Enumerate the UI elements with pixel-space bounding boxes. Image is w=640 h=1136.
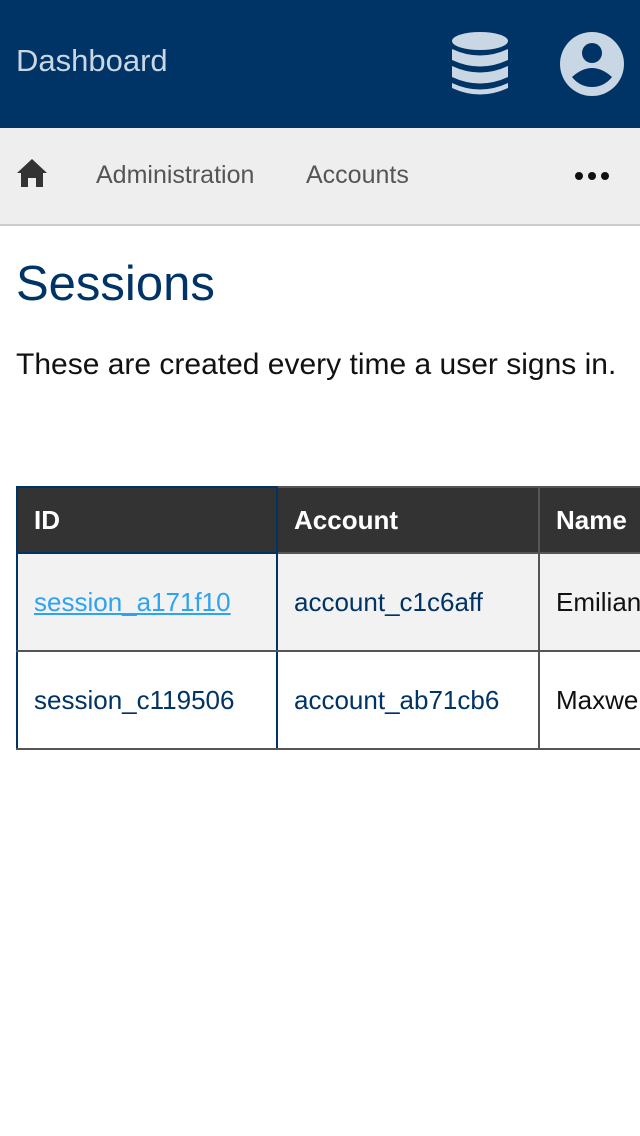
more-horizontal-icon[interactable] (574, 168, 610, 184)
account-cell: account_ab71cb6 (276, 650, 540, 750)
sessions-table: ID Account Name session_a171f10 account_… (16, 486, 640, 750)
table-row: session_a171f10 account_c1c6aff Emilian … (16, 552, 640, 652)
database-icon[interactable] (448, 30, 512, 98)
column-header-name[interactable]: Name (538, 486, 640, 554)
page-title: Sessions (16, 257, 215, 311)
app-title[interactable]: Dashboard (16, 42, 168, 80)
name-cell: Maxwell Rau (538, 650, 640, 750)
top-app-bar: Dashboard (0, 0, 640, 128)
nav-item-accounts[interactable]: Accounts (306, 160, 409, 190)
breadcrumb-nav: Administration Accounts (0, 128, 640, 226)
home-icon[interactable] (16, 158, 48, 188)
table-header-row: ID Account Name (16, 486, 640, 554)
session-id-link[interactable]: session_a171f10 (34, 587, 231, 617)
name-cell: Emilian Harvey (538, 552, 640, 652)
account-cell: account_c1c6aff (276, 552, 540, 652)
session-id-cell: session_c119506 (16, 650, 278, 750)
session-id-cell: session_a171f10 (16, 552, 278, 652)
column-header-account[interactable]: Account (276, 486, 540, 554)
page-description: These are created every time a user sign… (16, 348, 617, 381)
account-circle-icon[interactable] (559, 31, 625, 97)
sessions-table-container[interactable]: ID Account Name session_a171f10 account_… (16, 486, 640, 750)
table-row: session_c119506 account_ab71cb6 Maxwell … (16, 650, 640, 750)
nav-item-administration[interactable]: Administration (96, 160, 254, 190)
column-header-id[interactable]: ID (16, 486, 278, 554)
